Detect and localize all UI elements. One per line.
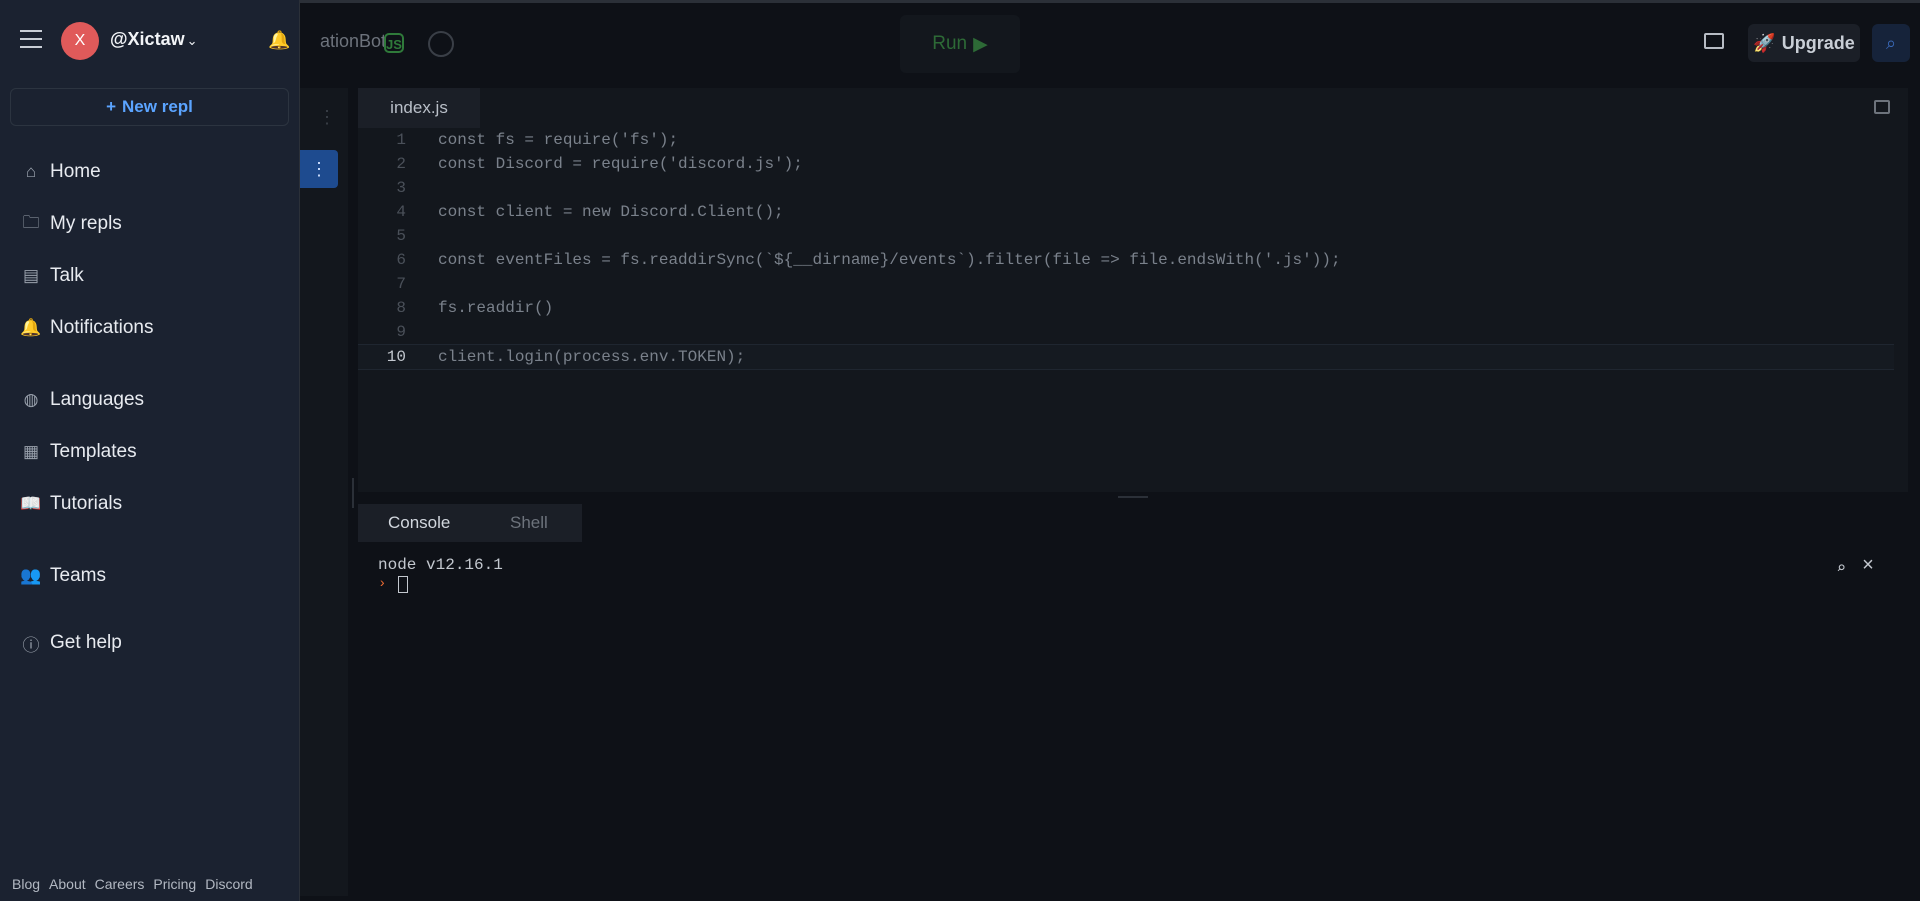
code-text: const Discord = require('discord.js');: [438, 155, 803, 173]
code-text: const eventFiles = fs.readdirSync(`${__d…: [438, 251, 1341, 269]
bell-icon[interactable]: 🔔: [268, 30, 290, 51]
code-text: fs.readdir(): [438, 299, 554, 317]
footer-link-about[interactable]: About: [49, 876, 86, 892]
code-line[interactable]: 3: [358, 176, 1894, 200]
sidebar-item-talk[interactable]: ▤ Talk: [20, 261, 84, 291]
rocket-icon: 🚀: [1753, 32, 1776, 53]
line-number: 2: [396, 155, 406, 173]
upgrade-label: Upgrade: [1781, 32, 1855, 53]
line-number: 10: [386, 348, 406, 366]
panel-resize-handle[interactable]: [352, 478, 354, 508]
line-number: 3: [396, 179, 406, 197]
code-line[interactable]: 7: [358, 272, 1894, 296]
code-line[interactable]: 9: [358, 320, 1894, 344]
templates-icon: ▦: [22, 442, 40, 461]
username-label: @Xictaw: [110, 29, 185, 49]
search-icon[interactable]: ⌕: [1872, 24, 1910, 62]
sidebar-item-languages[interactable]: ◍ Languages: [20, 385, 144, 415]
upgrade-button[interactable]: 🚀 Upgrade: [1748, 24, 1860, 62]
code-line[interactable]: 1 const fs = require('fs');: [358, 128, 1894, 152]
chevron-down-icon: ⌄: [186, 33, 198, 48]
globe-icon: ◍: [23, 390, 39, 409]
talk-icon: ▤: [22, 266, 40, 285]
tab-shell[interactable]: Shell: [510, 504, 548, 542]
run-label: Run: [932, 33, 968, 54]
nav-drawer: X @Xictaw ⌄ 🔔 + New repl ⌂ Home 🗀 My repls …: [0, 0, 300, 901]
outline-icon[interactable]: [1874, 100, 1890, 114]
line-number: 1: [396, 131, 406, 149]
bell-icon: 🔔: [20, 318, 42, 337]
line-number: 6: [396, 251, 406, 269]
file-item-options-icon[interactable]: ⋮: [300, 150, 338, 188]
console-text: node v12.16.1: [378, 556, 503, 574]
line-number: 9: [396, 323, 406, 341]
menu-icon[interactable]: [20, 30, 42, 48]
line-number: 8: [396, 299, 406, 317]
tab-index-js[interactable]: index.js: [358, 88, 480, 128]
close-icon[interactable]: ×: [1862, 555, 1874, 578]
footer-link-pricing[interactable]: Pricing: [153, 876, 196, 892]
play-icon: ▶: [973, 33, 988, 55]
code-area[interactable]: 1 const fs = require('fs'); 2 const Discord…: [358, 128, 1894, 492]
code-line[interactable]: 2 const Discord = require('discord.js');: [358, 152, 1894, 176]
code-line[interactable]: 10 client.login(process.env.TOKEN);: [358, 344, 1894, 370]
code-text: const client = new Discord.Client();: [438, 203, 784, 221]
book-icon: 📖: [20, 494, 42, 513]
sidebar-item-teams[interactable]: 👥 Teams: [20, 561, 106, 591]
sidebar-item-home[interactable]: ⌂ Home: [20, 157, 101, 187]
footer-link-blog[interactable]: Blog: [12, 876, 40, 892]
console-tabs: Console Shell: [358, 504, 582, 542]
repl-title[interactable]: ationBot: [320, 31, 386, 52]
chat-icon[interactable]: [1704, 33, 1724, 49]
sidebar-item-templates[interactable]: ▦ Templates: [20, 437, 137, 467]
prompt-icon: ›: [378, 576, 387, 592]
nodejs-icon: JS: [384, 33, 404, 53]
tab-console[interactable]: Console: [388, 504, 450, 542]
avatar[interactable]: X: [61, 22, 99, 60]
code-text: client.login(process.env.TOKEN);: [438, 348, 746, 366]
teams-icon: 👥: [20, 566, 42, 585]
sidebar-item-notifications[interactable]: 🔔 Notifications: [20, 313, 153, 343]
code-text: const fs = require('fs');: [438, 131, 679, 149]
run-button[interactable]: Run ▶: [900, 15, 1020, 73]
new-repl-button[interactable]: + New repl: [10, 88, 289, 126]
code-line[interactable]: 8 fs.readdir(): [358, 296, 1894, 320]
footer-links: Blog About Careers Pricing Discord: [12, 876, 253, 892]
sidebar-item-get-help[interactable]: ⓘ Get help: [20, 628, 122, 658]
line-number: 7: [396, 275, 406, 293]
footer-link-discord[interactable]: Discord: [205, 876, 252, 892]
line-number: 5: [396, 227, 406, 245]
files-panel: [298, 88, 348, 896]
line-number: 4: [396, 203, 406, 221]
code-line[interactable]: 6 const eventFiles = fs.readdirSync(`${__…: [358, 248, 1894, 272]
terminal-cursor: [398, 576, 408, 593]
sidebar-item-my-repls[interactable]: 🗀 My repls: [20, 209, 122, 239]
folder-icon: 🗀: [22, 212, 40, 232]
files-menu-icon[interactable]: ⋮: [318, 107, 336, 128]
code-line[interactable]: 5: [358, 224, 1894, 248]
console-output[interactable]: node v12.16.1 › ⌕ ×: [358, 542, 1908, 896]
plus-icon: +: [106, 97, 117, 116]
code-line[interactable]: 4 const client = new Discord.Client();: [358, 200, 1894, 224]
sidebar-item-tutorials[interactable]: 📖 Tutorials: [20, 489, 122, 519]
footer-link-careers[interactable]: Careers: [95, 876, 145, 892]
username-dropdown[interactable]: @Xictaw ⌄: [110, 29, 197, 50]
info-icon: ⓘ: [22, 635, 40, 655]
history-icon[interactable]: [428, 31, 454, 57]
new-repl-label: New repl: [122, 97, 193, 116]
home-icon: ⌂: [25, 162, 37, 181]
console-search-icon[interactable]: ⌕: [1836, 558, 1846, 578]
code-editor: index.js 1 const fs = require('fs'); 2 cons…: [358, 88, 1908, 492]
editor-console-resize-handle[interactable]: [1118, 496, 1148, 498]
